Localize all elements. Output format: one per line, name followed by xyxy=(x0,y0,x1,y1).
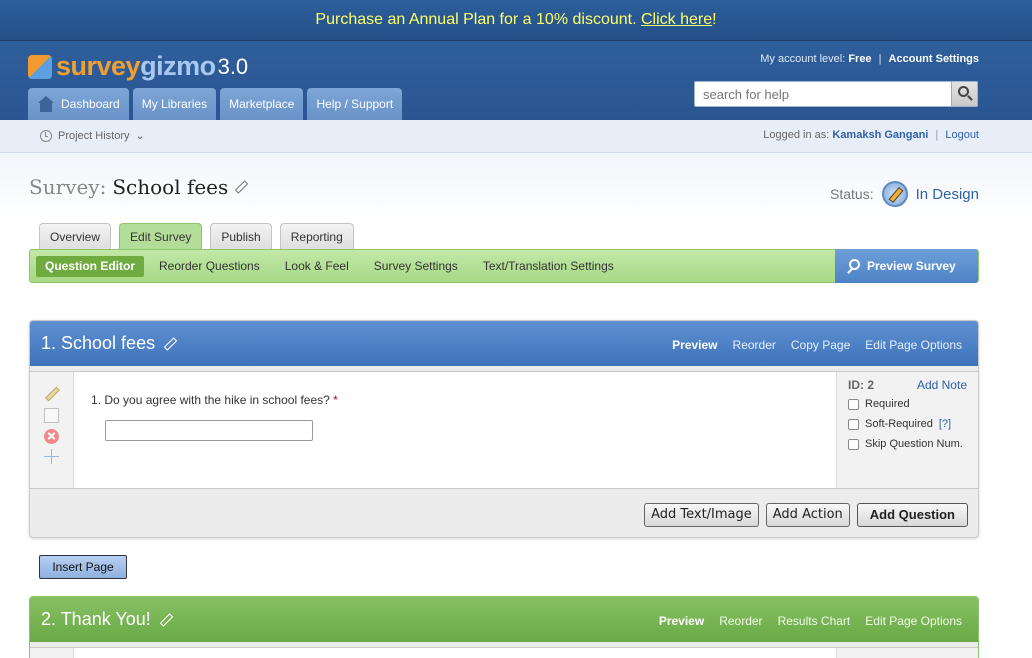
promo-suffix: ! xyxy=(712,11,717,28)
separator: | xyxy=(935,129,939,141)
survey-page-2: 2. Thank You! Preview Reorder Results Ch… xyxy=(29,596,979,658)
question-options-panel: ID: 2 Add Note Required Soft-Required [?… xyxy=(836,372,978,488)
page-reorder-link[interactable]: Reorder xyxy=(733,338,776,352)
search-input[interactable] xyxy=(695,82,951,106)
nav-dashboard[interactable]: Dashboard xyxy=(28,88,129,120)
edit-page-options-link[interactable]: Edit Page Options xyxy=(865,338,962,352)
menu-question-editor[interactable]: Question Editor xyxy=(36,256,144,277)
edit-page-options-link[interactable]: Edit Page Options xyxy=(865,614,962,628)
logo-version: 3.0 xyxy=(217,54,249,79)
status-pencil-icon xyxy=(881,181,908,207)
add-note-link[interactable]: Add Note xyxy=(917,378,967,392)
promo-banner: Purchase an Annual Plan for a 10% discou… xyxy=(0,0,1032,41)
status-label: Status: xyxy=(830,186,874,202)
promo-text: Purchase an Annual Plan for a 10% discou… xyxy=(315,11,637,28)
edit-question-icon[interactable] xyxy=(44,386,59,401)
edit-page-title-icon[interactable] xyxy=(159,613,173,627)
question-tools xyxy=(30,372,74,488)
tab-reporting[interactable]: Reporting xyxy=(279,223,354,249)
account-settings-link[interactable]: Account Settings xyxy=(889,53,979,65)
question-id: ID: 2 xyxy=(848,378,875,392)
page-title: 1. School fees xyxy=(41,333,156,353)
account-info: My account level: Free | Account Setting… xyxy=(760,53,979,65)
question-tools xyxy=(30,648,74,658)
nav-my-libraries[interactable]: My Libraries xyxy=(132,88,217,120)
editor-menu-bar: Question Editor Reorder Questions Look &… xyxy=(29,249,979,283)
delete-question-icon[interactable] xyxy=(44,429,59,444)
menu-survey-settings[interactable]: Survey Settings xyxy=(374,256,458,277)
page-header: 2. Thank You! Preview Reorder Results Ch… xyxy=(30,597,978,642)
logged-in-label: Logged in as: xyxy=(763,129,830,141)
page-header: 1. School fees Preview Reorder Copy Page… xyxy=(30,321,978,366)
login-info: Logged in as: Kamaksh Gangani | Logout xyxy=(763,129,979,141)
nav-marketplace[interactable]: Marketplace xyxy=(220,88,304,120)
copy-question-icon[interactable] xyxy=(44,408,59,423)
user-name-link[interactable]: Kamaksh Gangani xyxy=(832,129,928,141)
survey-label: Survey: xyxy=(29,175,107,199)
survey-header: Survey: School fees Status: In Design xyxy=(0,153,1032,223)
home-icon xyxy=(37,96,55,112)
soft-required-checkbox[interactable] xyxy=(848,418,859,430)
edit-page-title-icon[interactable] xyxy=(163,337,177,351)
add-action-button[interactable]: Add Action xyxy=(765,503,850,527)
logout-link[interactable]: Logout xyxy=(945,129,979,141)
tab-edit-survey[interactable]: Edit Survey xyxy=(119,223,203,250)
account-level-value: Free xyxy=(848,53,872,65)
survey-status: Status: In Design xyxy=(830,181,979,207)
logo-icon xyxy=(28,55,52,79)
add-question-button[interactable]: Add Question xyxy=(856,503,968,527)
preview-survey-label: Preview Survey xyxy=(867,259,956,273)
menu-text-translation-settings[interactable]: Text/Translation Settings xyxy=(483,256,614,277)
main-nav: Dashboard My Libraries Marketplace Help … xyxy=(28,88,403,120)
page-reorder-link[interactable]: Reorder xyxy=(719,614,762,628)
app-header: surveygizmo 3.0 My account level: Free |… xyxy=(0,41,1032,120)
survey-tabs: Overview Edit Survey Publish Reporting xyxy=(39,223,354,250)
project-history-dropdown[interactable]: Project History ⌄ xyxy=(40,129,145,142)
skip-question-num-option[interactable]: Skip Question Num. xyxy=(848,438,963,450)
search-button[interactable] xyxy=(951,82,977,106)
page-title: 2. Thank You! xyxy=(41,609,151,629)
preview-survey-button[interactable]: Preview Survey xyxy=(835,249,978,283)
chevron-down-icon: ⌄ xyxy=(135,130,145,142)
status-value[interactable]: In Design xyxy=(916,186,979,203)
soft-required-option[interactable]: Soft-Required [?] xyxy=(848,418,951,430)
sub-bar: Project History ⌄ Logged in as: Kamaksh … xyxy=(0,120,1032,153)
nav-help-support[interactable]: Help / Support xyxy=(307,88,403,120)
menu-reorder-questions[interactable]: Reorder Questions xyxy=(159,256,260,277)
clock-icon xyxy=(40,129,52,142)
page-preview-link[interactable]: Preview xyxy=(672,338,717,352)
required-checkbox[interactable] xyxy=(848,398,859,410)
logo[interactable]: surveygizmo 3.0 xyxy=(28,51,248,81)
search-box xyxy=(694,81,978,107)
edit-title-icon[interactable] xyxy=(234,180,248,194)
soft-required-help-link[interactable]: [?] xyxy=(939,418,951,430)
skip-question-num-checkbox[interactable] xyxy=(848,438,859,450)
tab-publish[interactable]: Publish xyxy=(210,223,272,249)
required-mark: * xyxy=(333,393,338,407)
insert-page-button[interactable]: Insert Page xyxy=(39,555,127,579)
promo-link[interactable]: Click here xyxy=(641,11,712,28)
tab-overview[interactable]: Overview xyxy=(39,223,112,249)
question-options-panel xyxy=(836,648,978,658)
question-text: 1. Do you agree with the hike in school … xyxy=(91,393,338,407)
results-chart-link[interactable]: Results Chart xyxy=(778,614,851,628)
survey-title: Survey: School fees xyxy=(29,175,248,199)
move-question-icon[interactable] xyxy=(44,449,59,464)
survey-page-1: 1. School fees Preview Reorder Copy Page… xyxy=(29,320,979,538)
question-answer-input[interactable] xyxy=(105,420,313,441)
survey-name: School fees xyxy=(112,175,229,199)
required-option[interactable]: Required xyxy=(848,398,910,410)
menu-look-feel[interactable]: Look & Feel xyxy=(285,256,349,277)
question-row xyxy=(30,647,978,658)
project-history-label: Project History xyxy=(58,129,130,142)
page-actions: Add Text/Image Add Action Add Question xyxy=(644,503,968,527)
separator: | xyxy=(878,53,882,65)
page-preview-link[interactable]: Preview xyxy=(659,614,704,628)
add-text-image-button[interactable]: Add Text/Image xyxy=(644,503,759,527)
question-row: 1. Do you agree with the hike in school … xyxy=(30,371,978,489)
logo-text: surveygizmo xyxy=(56,51,216,81)
copy-page-link[interactable]: Copy Page xyxy=(791,338,850,352)
nav-label: Dashboard xyxy=(61,97,120,111)
account-level-label: My account level: xyxy=(760,53,846,65)
